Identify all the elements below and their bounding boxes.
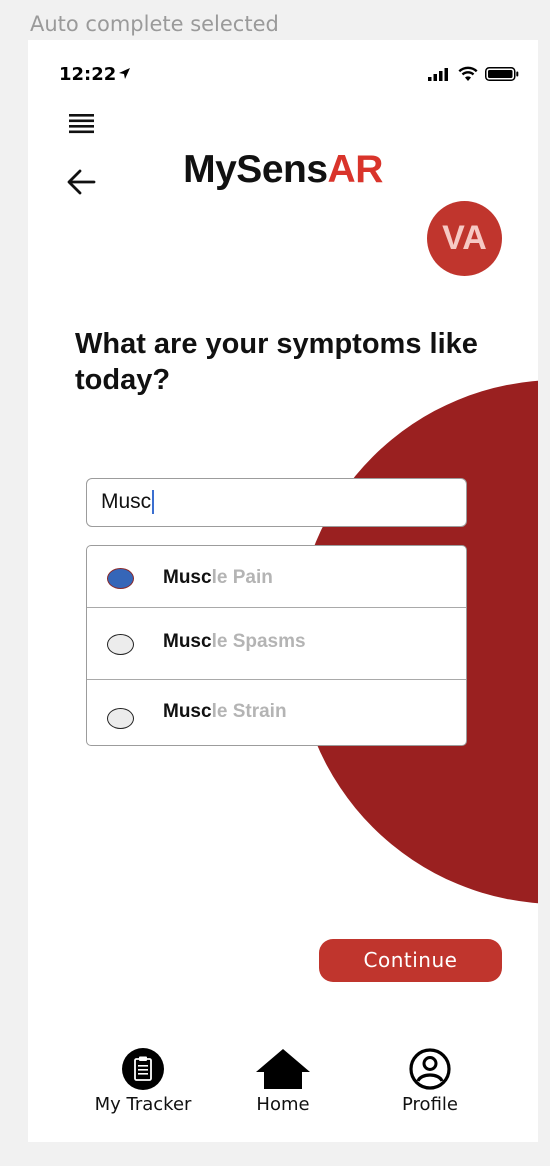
suggestion-muscle-pain[interactable]: Muscle Pain [87, 546, 466, 608]
nav-profile[interactable]: Profile [393, 1048, 467, 1115]
suggestion-muscle-spasms[interactable]: Muscle Spasms [87, 608, 466, 680]
avatar[interactable]: VA [427, 201, 502, 276]
nav-home[interactable]: Home [248, 1048, 318, 1115]
radio-unselected-icon[interactable] [107, 634, 134, 655]
app-logo-title: MySensAR [28, 148, 538, 192]
symptom-search-input[interactable]: Musc [86, 478, 467, 527]
hamburger-menu-icon[interactable] [68, 112, 96, 136]
suggestion-match: Musc [163, 567, 212, 588]
page-question: What are your symptoms like today? [75, 328, 478, 396]
status-bar: 12:22 [28, 62, 538, 88]
clipboard-icon [122, 1048, 164, 1090]
suggestion-label: Muscle Pain [163, 567, 273, 589]
battery-icon [485, 67, 519, 81]
cellular-signal-icon [428, 68, 448, 81]
suggestion-rest: le Pain [211, 567, 273, 588]
user-circle-icon [409, 1048, 451, 1090]
suggestion-rest: le Strain [211, 701, 287, 722]
radio-selected-icon[interactable] [107, 568, 134, 589]
phone-screen: 12:22 MySensAR VA What are your symptoms… [28, 40, 538, 1142]
suggestion-label: Muscle Spasms [163, 631, 306, 653]
suggestion-match: Musc [163, 631, 212, 652]
nav-label-my-tracker: My Tracker [94, 1094, 192, 1115]
text-caret [152, 490, 154, 515]
suggestion-rest: le Spasms [211, 631, 306, 652]
status-time: 12:22 [59, 64, 117, 85]
suggestion-muscle-strain[interactable]: Muscle Strain [87, 680, 466, 745]
suggestion-match: Musc [163, 701, 212, 722]
radio-unselected-icon[interactable] [107, 708, 134, 729]
search-input-value: Musc [101, 490, 152, 513]
brand-accent: AR [327, 148, 384, 191]
brand-prefix: MySens [183, 148, 328, 191]
nav-label-profile: Profile [402, 1094, 458, 1115]
autocomplete-dropdown: Muscle Pain Muscle Spasms Muscle Strain [86, 545, 467, 746]
location-arrow-icon [119, 68, 130, 79]
frame-label: Auto complete selected [30, 12, 279, 36]
nav-label-home: Home [256, 1094, 310, 1115]
nav-my-tracker[interactable]: My Tracker [88, 1048, 198, 1115]
home-icon [256, 1049, 310, 1089]
suggestion-label: Muscle Strain [163, 701, 287, 723]
wifi-icon [458, 66, 478, 81]
continue-button[interactable]: Continue [319, 939, 502, 982]
